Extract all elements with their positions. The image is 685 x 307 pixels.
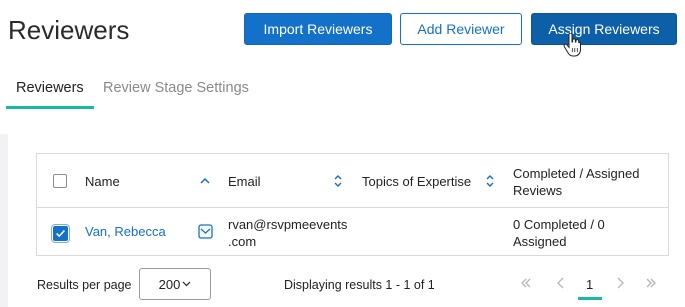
reviewer-name-link[interactable]: Van, Rebecca xyxy=(85,224,166,239)
header-line: Reviews xyxy=(513,183,563,198)
select-all-checkbox[interactable] xyxy=(53,174,67,188)
tab-review-stage-settings[interactable]: Review Stage Settings xyxy=(103,80,249,96)
sort-icon[interactable] xyxy=(485,173,495,189)
last-page-icon[interactable] xyxy=(645,275,657,291)
results-summary: Displaying results 1 - 1 of 1 xyxy=(284,278,435,292)
header-line: Completed / Assigned xyxy=(513,166,640,181)
reviewer-completed-assigned: 0 Completed / 0 Assigned xyxy=(513,216,605,250)
completed-line: 0 Completed / 0 xyxy=(513,217,605,232)
tab-reviewers[interactable]: Reviewers xyxy=(16,80,84,96)
assign-reviewers-button[interactable]: Assign Reviewers xyxy=(531,13,677,45)
sort-ascending-icon[interactable] xyxy=(199,176,211,186)
hand-cursor-icon xyxy=(563,33,581,57)
column-header-completed-assigned[interactable]: Completed / Assigned Reviews xyxy=(513,165,639,199)
mail-icon[interactable] xyxy=(198,224,213,239)
row-checkbox[interactable] xyxy=(51,224,70,243)
add-reviewer-button[interactable]: Add Reviewer xyxy=(400,13,522,45)
table-row-divider xyxy=(36,207,669,208)
checkmark-icon xyxy=(56,229,65,238)
first-page-icon[interactable] xyxy=(520,275,532,291)
results-per-page-select[interactable]: 200 xyxy=(139,268,211,300)
active-tab-indicator xyxy=(6,106,94,109)
sort-icon[interactable] xyxy=(333,173,343,189)
chevron-down-icon xyxy=(182,281,191,287)
import-reviewers-button[interactable]: Import Reviewers xyxy=(244,13,392,45)
column-header-name[interactable]: Name xyxy=(85,174,120,189)
current-page-indicator xyxy=(578,297,602,300)
email-line: .com xyxy=(228,234,257,249)
previous-page-icon[interactable] xyxy=(556,275,566,291)
reviewer-email: rvan@rsvpmeevents .com xyxy=(228,216,347,250)
results-per-page-label: Results per page xyxy=(37,278,132,292)
email-line: rvan@rsvpmeevents xyxy=(228,217,348,232)
page-title: Reviewers xyxy=(8,15,130,45)
column-header-topics[interactable]: Topics of Expertise xyxy=(362,174,471,189)
current-page-number[interactable]: 1 xyxy=(586,277,593,292)
next-page-icon[interactable] xyxy=(615,275,625,291)
results-per-page-value: 200 xyxy=(158,276,181,292)
completed-line: Assigned xyxy=(513,234,567,249)
column-header-email[interactable]: Email xyxy=(228,174,261,189)
